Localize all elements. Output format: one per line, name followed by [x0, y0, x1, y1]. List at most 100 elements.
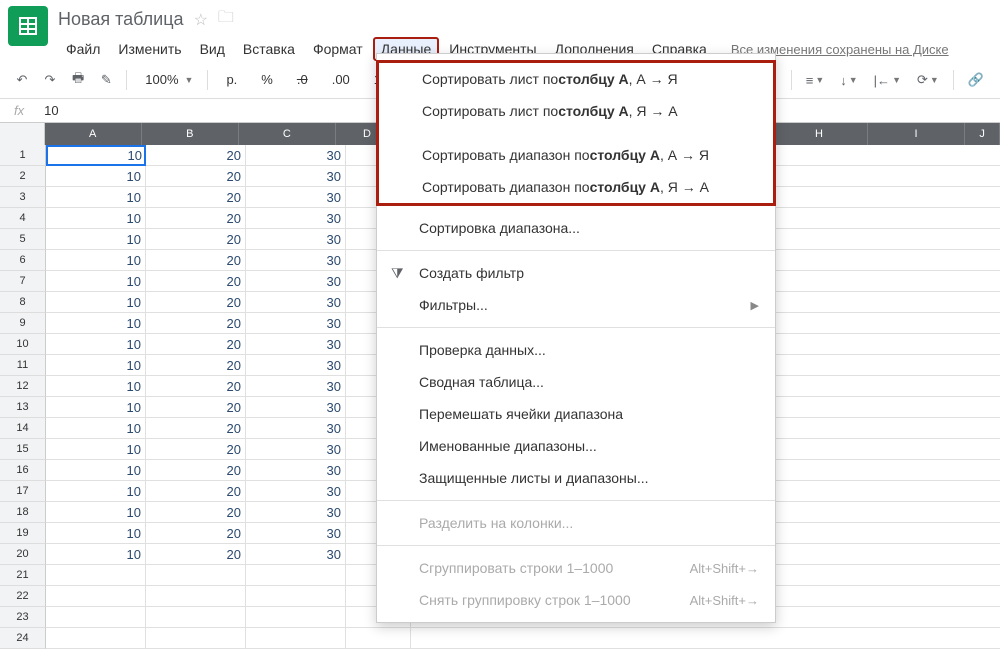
cell[interactable]: 30 — [246, 271, 346, 292]
cell[interactable] — [246, 565, 346, 586]
print-button[interactable]: 🖶 — [66, 68, 90, 92]
cell[interactable] — [246, 628, 346, 649]
row-header[interactable]: 12 — [0, 376, 46, 397]
cell[interactable]: 10 — [46, 166, 146, 187]
cell[interactable]: 10 — [46, 187, 146, 208]
cell[interactable]: 10 — [46, 271, 146, 292]
menu-edit[interactable]: Изменить — [110, 37, 189, 61]
protected-sheets[interactable]: Защищенные листы и диапазоны... — [377, 462, 775, 494]
cell[interactable] — [246, 607, 346, 628]
create-filter[interactable]: ⧩ Создать фильтр — [377, 257, 775, 289]
cell[interactable]: 20 — [146, 334, 246, 355]
row-header[interactable]: 5 — [0, 229, 46, 250]
cell[interactable]: 10 — [46, 250, 146, 271]
menu-file[interactable]: Файл — [58, 37, 108, 61]
col-header-I[interactable]: I — [868, 123, 965, 145]
row-header[interactable]: 11 — [0, 355, 46, 376]
cell[interactable]: 10 — [46, 544, 146, 565]
wrap-button[interactable]: |←▼ — [868, 68, 907, 92]
row-header[interactable]: 24 — [0, 628, 46, 649]
folder-icon[interactable]: 🗀 — [218, 6, 234, 33]
cell[interactable]: 10 — [46, 439, 146, 460]
cell[interactable]: 30 — [246, 481, 346, 502]
cell[interactable]: 20 — [146, 523, 246, 544]
cell[interactable]: 10 — [46, 355, 146, 376]
row-header[interactable]: 7 — [0, 271, 46, 292]
row-header[interactable]: 19 — [0, 523, 46, 544]
col-header-J[interactable]: J — [965, 123, 1000, 145]
cell[interactable]: 30 — [246, 544, 346, 565]
cell[interactable]: 30 — [246, 523, 346, 544]
cell[interactable] — [46, 628, 146, 649]
cell[interactable]: 20 — [146, 229, 246, 250]
col-header-A[interactable]: A — [45, 123, 142, 145]
col-header-C[interactable]: C — [239, 123, 336, 145]
row-header[interactable]: 3 — [0, 187, 46, 208]
row-header[interactable]: 9 — [0, 313, 46, 334]
sort-range-dialog[interactable]: Сортировка диапазона... — [377, 212, 775, 244]
menu-insert[interactable]: Вставка — [235, 37, 303, 61]
row-header[interactable]: 2 — [0, 166, 46, 187]
row-header[interactable]: 10 — [0, 334, 46, 355]
cell[interactable] — [246, 586, 346, 607]
filters-submenu[interactable]: Фильтры... ▶ — [377, 289, 775, 321]
cell[interactable]: 20 — [146, 187, 246, 208]
star-icon[interactable]: ☆ — [194, 10, 208, 30]
row-header[interactable]: 8 — [0, 292, 46, 313]
cell[interactable] — [146, 628, 246, 649]
cell[interactable]: 30 — [246, 313, 346, 334]
sort-sheet-az[interactable]: Сортировать лист по столбцу A, А → Я — [380, 63, 772, 95]
cell[interactable]: 30 — [246, 187, 346, 208]
cell[interactable]: 30 — [246, 208, 346, 229]
cell[interactable]: 10 — [46, 313, 146, 334]
cell[interactable]: 30 — [246, 229, 346, 250]
cell[interactable]: 20 — [146, 460, 246, 481]
cell[interactable]: 10 — [46, 397, 146, 418]
row-header[interactable]: 17 — [0, 481, 46, 502]
row-header[interactable]: 1 — [0, 145, 46, 166]
pivot-table[interactable]: Сводная таблица... — [377, 366, 775, 398]
cell[interactable] — [346, 628, 411, 649]
row-header[interactable]: 21 — [0, 565, 46, 586]
menu-format[interactable]: Формат — [305, 37, 371, 61]
cell[interactable]: 10 — [46, 418, 146, 439]
cell[interactable]: 20 — [146, 292, 246, 313]
currency-button[interactable]: р. — [216, 68, 247, 92]
cell[interactable]: 30 — [246, 376, 346, 397]
row-header[interactable]: 22 — [0, 586, 46, 607]
cell[interactable]: 30 — [246, 145, 346, 166]
cell[interactable]: 30 — [246, 418, 346, 439]
cell[interactable]: 20 — [146, 208, 246, 229]
cell[interactable]: 30 — [246, 502, 346, 523]
cell[interactable] — [146, 586, 246, 607]
named-ranges[interactable]: Именованные диапазоны... — [377, 430, 775, 462]
paint-format-button[interactable]: ✎ — [94, 68, 118, 92]
cell[interactable]: 10 — [46, 523, 146, 544]
cell[interactable]: 30 — [246, 397, 346, 418]
cell[interactable]: 20 — [146, 502, 246, 523]
select-all-corner[interactable] — [0, 123, 45, 145]
redo-button[interactable]: ↷ — [38, 68, 62, 92]
cell[interactable]: 20 — [146, 481, 246, 502]
cell[interactable]: 30 — [246, 460, 346, 481]
cell[interactable]: 10 — [46, 376, 146, 397]
cell[interactable]: 10 — [46, 481, 146, 502]
data-validation[interactable]: Проверка данных... — [377, 334, 775, 366]
sheets-logo[interactable] — [8, 6, 48, 46]
cell[interactable]: 10 — [46, 229, 146, 250]
document-title[interactable]: Новая таблица — [58, 9, 184, 30]
cell[interactable]: 20 — [146, 250, 246, 271]
cell[interactable]: 20 — [146, 439, 246, 460]
row-header[interactable]: 6 — [0, 250, 46, 271]
cell[interactable] — [46, 565, 146, 586]
link-button[interactable]: 🔗 — [962, 68, 990, 92]
cell[interactable]: 10 — [46, 502, 146, 523]
cell[interactable]: 20 — [146, 271, 246, 292]
cell[interactable]: 10 — [46, 208, 146, 229]
menu-view[interactable]: Вид — [192, 37, 233, 61]
col-header-B[interactable]: B — [142, 123, 239, 145]
percent-button[interactable]: % — [251, 68, 283, 92]
cell[interactable]: 20 — [146, 166, 246, 187]
cell[interactable]: 20 — [146, 145, 246, 166]
cell[interactable]: 20 — [146, 418, 246, 439]
